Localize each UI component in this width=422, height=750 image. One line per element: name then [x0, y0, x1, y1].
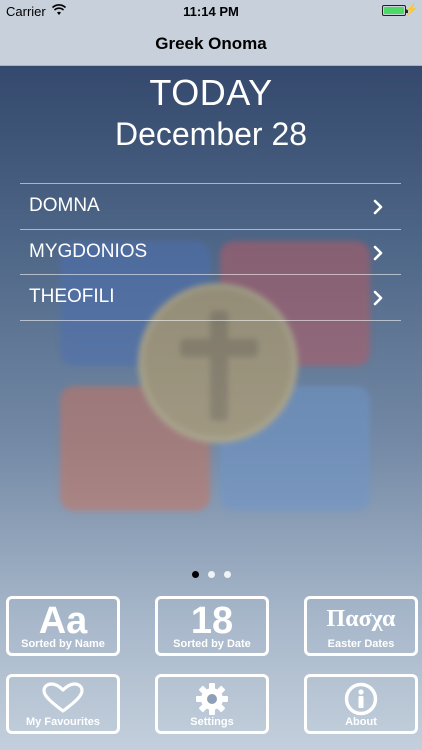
status-bar: Carrier 11:14 PM ⚡ [0, 0, 422, 22]
sorted-by-date-button[interactable]: 18 Sorted by Date [155, 596, 269, 656]
easter-dates-label: Easter Dates [327, 638, 395, 650]
sorted-by-date-glyph: 18 [190, 600, 234, 642]
charging-icon: ⚡ [404, 4, 418, 16]
page-indicator[interactable] [0, 571, 422, 578]
sorted-by-name-glyph: Aa [38, 600, 88, 642]
sorted-by-name-label: Sorted by Name [21, 638, 105, 650]
status-time: 11:14 PM [183, 4, 239, 19]
page-title: Greek Onoma [155, 33, 267, 53]
info-icon [344, 682, 378, 716]
chevron-right-icon [373, 245, 383, 260]
about-button[interactable]: About [304, 674, 418, 734]
name-row-theofili[interactable]: THEOFILI [20, 275, 401, 321]
page-dot-3[interactable] [223, 571, 231, 578]
settings-button[interactable]: Settings [155, 674, 269, 734]
gear-icon [196, 683, 228, 715]
chevron-right-icon [373, 290, 383, 306]
today-heading: TODAY [149, 72, 273, 113]
navigation-bar: Greek Onoma [0, 22, 422, 66]
battery-icon [382, 5, 408, 16]
page-dot-1[interactable] [191, 571, 199, 578]
date-heading: December 28 [114, 116, 308, 152]
chevron-right-icon [373, 199, 383, 215]
sorted-by-name-button[interactable]: Aa Sorted by Name [6, 596, 120, 656]
my-favourites-label: My Favourites [26, 716, 100, 728]
name-label: THEOFILI [29, 286, 115, 308]
name-label: DOMNA [29, 195, 100, 217]
settings-label: Settings [190, 716, 234, 728]
easter-dates-glyph: Πασχα [326, 606, 396, 632]
my-favourites-button[interactable]: My Favourites [6, 674, 120, 734]
easter-dates-button[interactable]: Πασχα Easter Dates [304, 596, 418, 656]
heart-icon [42, 682, 84, 713]
name-row-mygdonios[interactable]: MYGDONIOS [20, 230, 401, 275]
page-dot-2[interactable] [207, 571, 215, 578]
name-label: MYGDONIOS [29, 240, 148, 262]
sorted-by-date-label: Sorted by Date [173, 638, 251, 650]
name-row-domna[interactable]: DOMNA [20, 184, 401, 230]
about-label: About [345, 716, 377, 728]
main-content: TODAY December 28 DOMNA MYGDONIOS THEOFI… [0, 66, 422, 750]
name-list: DOMNA MYGDONIOS THEOFILI [20, 183, 401, 321]
